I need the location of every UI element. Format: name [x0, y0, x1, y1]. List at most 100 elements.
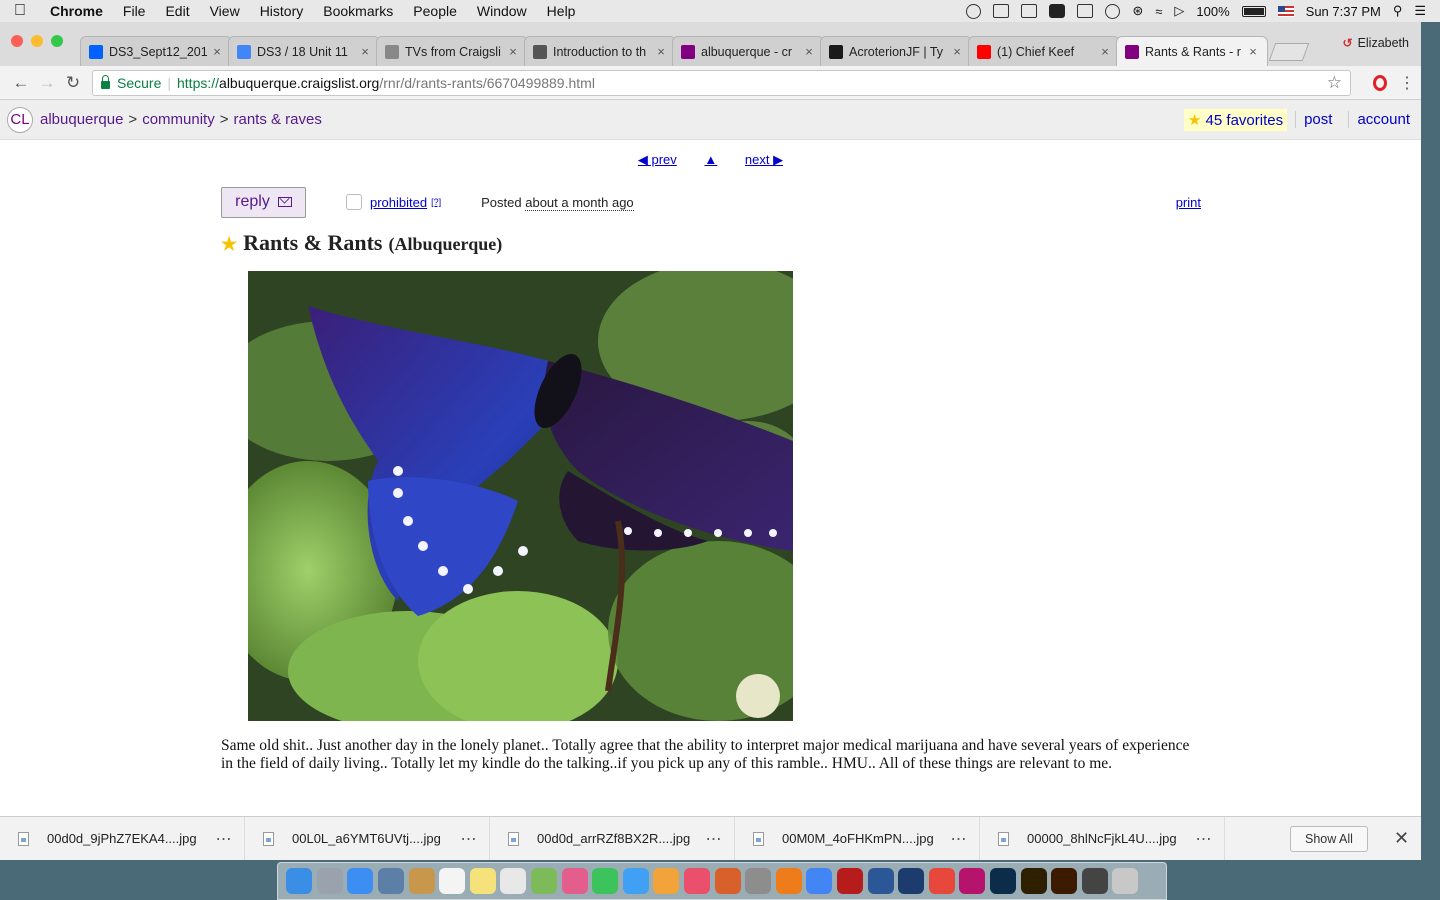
reload-icon[interactable]: ↻ — [60, 73, 86, 93]
dock-app-icon[interactable] — [653, 868, 680, 894]
dock-app-icon[interactable] — [1112, 868, 1139, 894]
favorites-link[interactable]: ★ 45 favorites — [1183, 108, 1288, 131]
menu-window[interactable]: Window — [467, 3, 537, 19]
prohibited-link[interactable]: prohibited — [370, 195, 427, 210]
dock-app-icon[interactable] — [469, 868, 496, 894]
favorite-star-icon[interactable]: ★ — [221, 234, 237, 255]
drive-icon[interactable] — [1021, 4, 1038, 18]
time-machine-icon[interactable] — [1105, 3, 1121, 19]
download-item[interactable]: 00M0M_4oFHKmPN....jpg ⋯ — [735, 817, 980, 860]
account-link[interactable]: account — [1348, 111, 1414, 128]
bookmark-star-icon[interactable]: ☆ — [1327, 73, 1342, 93]
menu-app-name[interactable]: Chrome — [40, 3, 113, 19]
dock-app-icon[interactable] — [531, 868, 558, 894]
menu-file[interactable]: File — [113, 3, 156, 19]
dock-app-icon[interactable] — [408, 868, 435, 894]
dock-app-icon[interactable] — [378, 868, 405, 894]
dropbox-icon[interactable] — [993, 4, 1010, 18]
dock-app-icon[interactable] — [745, 868, 772, 894]
show-all-downloads-button[interactable]: Show All — [1290, 825, 1368, 852]
dock-app-icon[interactable] — [500, 868, 527, 894]
airplay-icon[interactable] — [1077, 4, 1094, 18]
breadcrumb-rants-raves[interactable]: rants & raves — [233, 111, 321, 128]
dock-app-icon[interactable] — [867, 868, 894, 894]
menu-help[interactable]: Help — [537, 3, 586, 19]
dock-app-icon[interactable] — [1051, 868, 1078, 894]
spotlight-search-icon[interactable]: ⚲ — [1393, 3, 1403, 19]
dock-app-icon[interactable] — [592, 868, 619, 894]
download-item[interactable]: 00d0d_9jPhZ7EKA4....jpg ⋯ — [0, 817, 245, 860]
prohibited-checkbox[interactable] — [346, 194, 362, 210]
browser-tab[interactable]: DS3 / 18 Unit 11 × — [228, 36, 380, 66]
opera-extension-icon[interactable] — [1373, 74, 1387, 91]
browser-tab[interactable]: (1) Chief Keef × — [968, 36, 1120, 66]
menu-people[interactable]: People — [403, 3, 467, 19]
browser-tab[interactable]: albuquerque - cr × — [672, 36, 824, 66]
close-tab-icon[interactable]: × — [1099, 44, 1111, 59]
browser-tab[interactable]: TVs from Craigsli × — [376, 36, 528, 66]
close-tab-icon[interactable]: × — [359, 44, 371, 59]
secure-label[interactable]: Secure — [117, 75, 161, 91]
dock-app-icon[interactable] — [439, 868, 466, 894]
browser-tab[interactable]: DS3_Sept12_201 × — [80, 36, 232, 66]
volume-icon[interactable]: ▷ — [1174, 3, 1184, 19]
app-status-icon[interactable] — [1049, 4, 1066, 18]
close-tab-icon[interactable]: × — [211, 44, 223, 59]
address-bar[interactable]: Secure | https:// albuquerque.craigslist… — [92, 69, 1351, 96]
close-tab-icon[interactable]: × — [803, 44, 815, 59]
dock-app-icon[interactable] — [561, 868, 588, 894]
cl-logo[interactable]: CL — [7, 106, 33, 133]
dock-app-icon[interactable] — [1020, 868, 1047, 894]
chrome-menu-icon[interactable]: ⋮ — [1399, 73, 1415, 93]
reply-button[interactable]: reply — [221, 186, 306, 218]
bluetooth-icon[interactable]: ⊛ — [1132, 3, 1143, 19]
print-link[interactable]: print — [1176, 195, 1201, 210]
close-window-button[interactable] — [11, 35, 23, 47]
fullscreen-window-button[interactable] — [51, 35, 63, 47]
download-options-icon[interactable]: ⋯ — [1184, 829, 1224, 849]
download-item[interactable]: 00L0L_a6YMT6UVtj....jpg ⋯ — [245, 817, 490, 860]
menu-clock[interactable]: Sun 7:37 PM — [1306, 4, 1381, 19]
dock-app-icon[interactable] — [959, 868, 986, 894]
lock-icon[interactable] — [101, 74, 110, 89]
menu-edit[interactable]: Edit — [155, 3, 199, 19]
dock-app-icon[interactable] — [898, 868, 925, 894]
prev-link[interactable]: ◀ prev — [638, 152, 677, 167]
up-link[interactable]: ▲ — [704, 152, 717, 167]
breadcrumb-community[interactable]: community — [142, 111, 215, 128]
creative-cloud-icon[interactable] — [966, 3, 982, 19]
download-options-icon[interactable]: ⋯ — [694, 829, 734, 849]
close-tab-icon[interactable]: × — [507, 44, 519, 59]
close-tab-icon[interactable]: × — [655, 44, 667, 59]
profile-button[interactable]: ↺ Elizabeth — [1343, 36, 1410, 50]
dock-app-icon[interactable] — [775, 868, 802, 894]
next-link[interactable]: next ▶ — [745, 152, 783, 167]
menu-history[interactable]: History — [250, 3, 314, 19]
notification-center-icon[interactable]: ☰ — [1414, 3, 1426, 19]
dock-app-icon[interactable] — [684, 868, 711, 894]
dock-app-icon[interactable] — [286, 868, 313, 894]
download-options-icon[interactable]: ⋯ — [204, 829, 244, 849]
dock-app-icon[interactable] — [989, 868, 1016, 894]
new-tab-button[interactable] — [1268, 43, 1310, 61]
download-item[interactable]: 00d0d_arrRZf8BX2R....jpg ⋯ — [490, 817, 735, 860]
browser-tab[interactable]: AcroterionJF | Ty × — [820, 36, 972, 66]
dock-app-icon[interactable] — [714, 868, 741, 894]
wifi-icon[interactable]: ≈ — [1155, 4, 1162, 19]
forward-arrow-icon[interactable]: → — [34, 73, 60, 93]
dock-app-icon[interactable] — [836, 868, 863, 894]
prohibited-help-link[interactable]: [?] — [431, 197, 441, 207]
dock-app-icon[interactable] — [1081, 868, 1108, 894]
dock-app-icon[interactable] — [622, 868, 649, 894]
back-arrow-icon[interactable]: ← — [8, 73, 34, 93]
post-link[interactable]: post — [1295, 111, 1340, 128]
apple-menu-icon[interactable]:  — [0, 2, 40, 20]
menu-view[interactable]: View — [200, 3, 250, 19]
minimize-window-button[interactable] — [31, 35, 43, 47]
dock-app-icon[interactable] — [928, 868, 955, 894]
download-options-icon[interactable]: ⋯ — [449, 829, 489, 849]
browser-tab[interactable]: Rants & Rants - r × — [1116, 36, 1268, 66]
posting-image[interactable] — [248, 271, 793, 721]
breadcrumb-city[interactable]: albuquerque — [40, 111, 123, 128]
close-downloads-icon[interactable]: ✕ — [1394, 828, 1409, 849]
